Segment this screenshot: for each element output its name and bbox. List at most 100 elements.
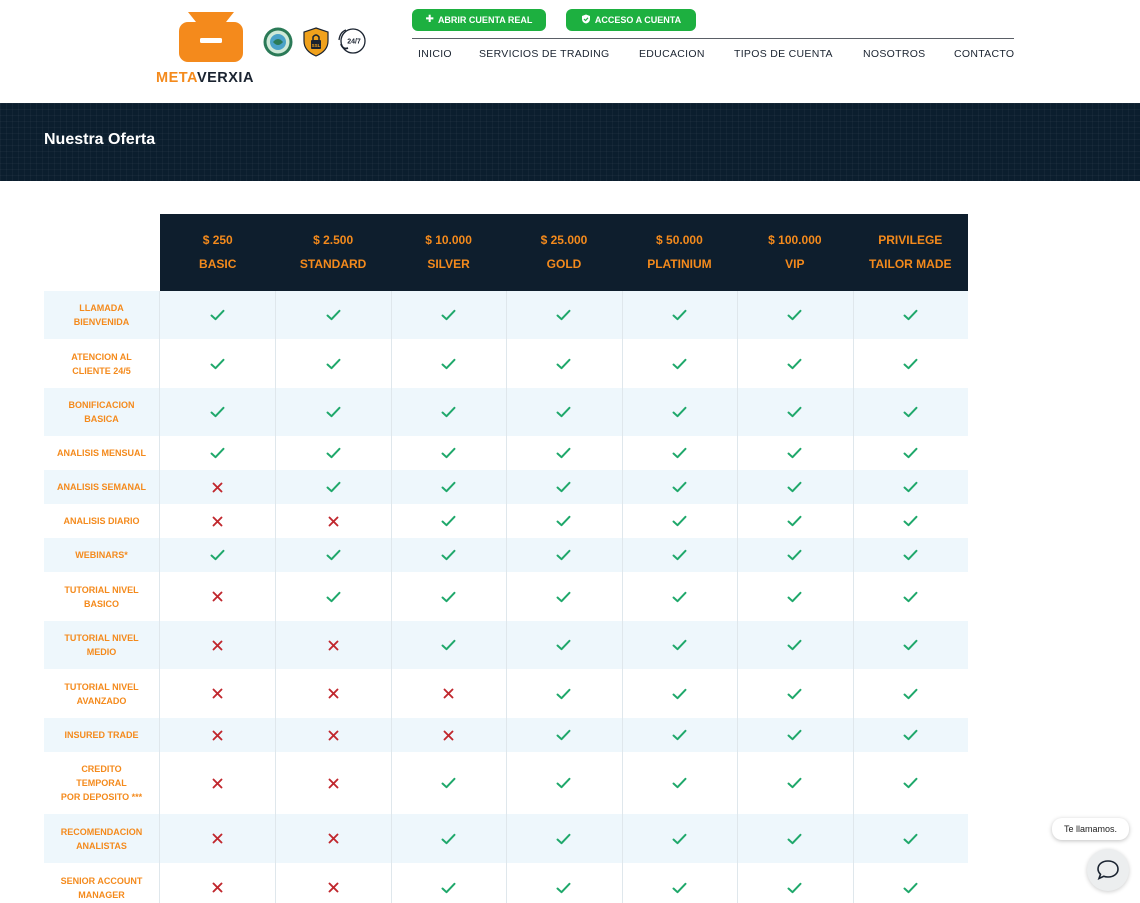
- cross-icon: [160, 718, 275, 752]
- plan-name: TAILOR MADE: [869, 257, 952, 271]
- plan-name: STANDARD: [299, 257, 367, 271]
- column-divider: [737, 291, 739, 903]
- brand-logo[interactable]: METAVERXIA: [156, 6, 271, 88]
- feature-label: TUTORIAL NIVEL BASICO: [64, 584, 139, 609]
- check-icon: [506, 339, 621, 388]
- nav-educacion[interactable]: EDUCACION: [639, 48, 705, 60]
- nav-inicio[interactable]: INICIO: [418, 48, 452, 60]
- plan-header-2: $ 2.500 STANDARD: [275, 214, 390, 291]
- check-icon: [853, 538, 968, 572]
- check-icon: [622, 814, 737, 863]
- cross-icon: [160, 621, 275, 669]
- check-icon: [737, 436, 852, 470]
- check-icon: [737, 339, 852, 388]
- plan-header-6: $ 100.000 VIP: [737, 214, 852, 291]
- check-icon: [853, 863, 968, 903]
- check-icon: [853, 814, 968, 863]
- check-icon: [853, 436, 968, 470]
- check-icon: [391, 504, 506, 538]
- check-icon: [622, 504, 737, 538]
- feature-label: INSURED TRADE: [64, 730, 139, 740]
- cross-icon: [275, 504, 390, 538]
- check-icon: [853, 504, 968, 538]
- open-real-account-button[interactable]: ✚ ABRIR CUENTA REAL: [412, 9, 546, 31]
- feature-label: ANALISIS SEMANAL: [56, 482, 146, 492]
- plan-price: $ 100.000: [768, 233, 822, 247]
- check-icon: [391, 291, 506, 339]
- check-icon: [622, 669, 737, 718]
- check-icon: [160, 291, 275, 339]
- column-divider: [159, 291, 160, 903]
- feature-label: SENIOR ACCOUNT MANAGER: [60, 875, 143, 900]
- check-icon: [853, 621, 968, 669]
- check-icon: [853, 752, 968, 814]
- cross-icon: [275, 718, 390, 752]
- check-icon: [737, 538, 852, 572]
- check-icon: [391, 436, 506, 470]
- cross-icon: [160, 470, 275, 504]
- ssl-shield-icon: SSL: [303, 27, 329, 57]
- column-divider: [390, 291, 392, 903]
- page-banner: Nuestra Oferta: [0, 103, 1140, 181]
- check-icon: [275, 291, 390, 339]
- plan-name: SILVER: [427, 257, 470, 271]
- feature-label: ANALISIS DIARIO: [63, 516, 140, 526]
- plan-price: $ 250: [202, 233, 233, 247]
- check-icon: [853, 339, 968, 388]
- chat-button[interactable]: [1087, 849, 1129, 891]
- check-icon: [275, 339, 390, 388]
- check-icon: [622, 538, 737, 572]
- column-divider: [621, 291, 623, 903]
- feature-label: LLAMADA BIENVENIDA: [73, 303, 130, 327]
- check-icon: [737, 572, 852, 621]
- check-icon: [853, 291, 968, 339]
- support-24-7-icon: 24/7: [338, 28, 366, 54]
- check-icon: [737, 621, 852, 669]
- check-icon: [737, 814, 852, 863]
- check-icon: [853, 470, 968, 504]
- check-icon: [622, 718, 737, 752]
- plan-price: $ 50.000: [656, 233, 703, 247]
- plan-header-5: $ 50.000 PLATINIUM: [622, 214, 737, 291]
- check-icon: [275, 470, 390, 504]
- check-icon: [622, 752, 737, 814]
- check-icon: [506, 814, 621, 863]
- plan-name: VIP: [785, 257, 805, 271]
- nav-contacto[interactable]: CONTACTO: [954, 48, 1014, 60]
- check-icon: [506, 669, 621, 718]
- check-icon: [391, 752, 506, 814]
- account-access-button[interactable]: ACCESO A CUENTA: [566, 9, 696, 31]
- feature-label: WEBINARS*: [75, 550, 128, 560]
- column-divider: [506, 291, 508, 903]
- nav-servicios-de-trading[interactable]: SERVICIOS DE TRADING: [479, 48, 609, 60]
- plan-price: $ 10.000: [425, 233, 472, 247]
- callback-tooltip[interactable]: Te llamamos.: [1052, 818, 1129, 840]
- open-real-account-label: ABRIR CUENTA REAL: [437, 15, 533, 25]
- cross-icon: [275, 621, 390, 669]
- check-icon: [391, 538, 506, 572]
- plans-table-header: $ 250 BASIC $ 2.500 STANDARD $ 10.000 SILVER $…: [160, 214, 968, 291]
- check-icon: [275, 388, 390, 436]
- feature-label: ANALISIS MENSUAL: [56, 448, 146, 458]
- support-badge-text: 24/7: [347, 39, 361, 46]
- plan-header-3: $ 10.000 SILVER: [391, 214, 506, 291]
- nav-nosotros[interactable]: NOSOTROS: [863, 48, 926, 60]
- nav-divider: [412, 38, 1014, 39]
- cross-icon: [160, 863, 275, 903]
- nav-tipos-de-cuenta[interactable]: TIPOS DE CUENTA: [734, 48, 833, 60]
- feature-label: TUTORIAL NIVEL MEDIO: [64, 633, 139, 657]
- ssl-badge-text: SSL: [312, 43, 321, 48]
- check-icon: [622, 621, 737, 669]
- check-icon: [622, 291, 737, 339]
- cross-icon: [275, 814, 390, 863]
- check-icon: [506, 470, 621, 504]
- check-icon: [506, 291, 621, 339]
- plus-icon: ✚: [425, 14, 434, 25]
- check-icon: [275, 572, 390, 621]
- column-divider: [275, 291, 277, 903]
- check-icon: [622, 863, 737, 903]
- wallet-logo-icon: [179, 12, 243, 62]
- check-icon: [853, 669, 968, 718]
- feature-label: BONIFICACION BASICA: [68, 400, 135, 424]
- chat-bubble-icon: [1097, 860, 1119, 881]
